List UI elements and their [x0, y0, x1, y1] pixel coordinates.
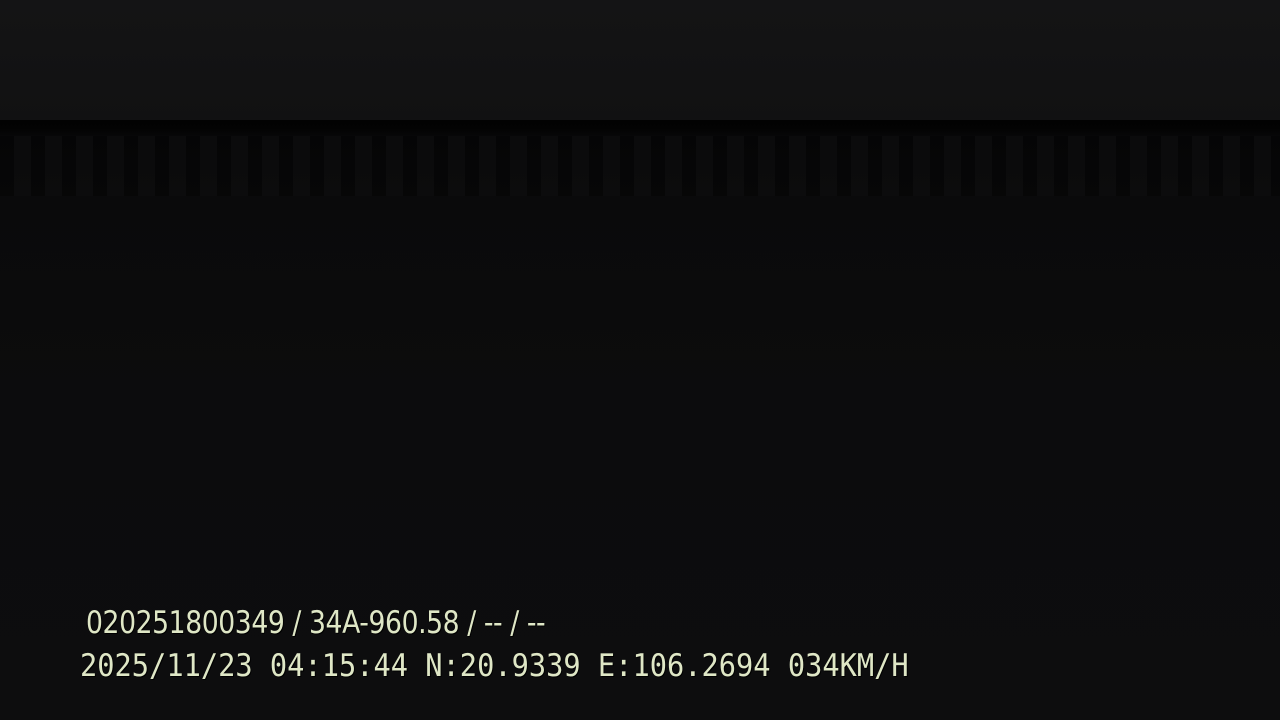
horizon-band — [0, 120, 1280, 136]
dashcam-frame: 020251800349 / 34A-960.58 / -- / -- 2025… — [0, 0, 1280, 720]
timestamp-gps-speed-overlay: 2025/11/23 04:15:44 N:20.9339 E:106.2694… — [80, 648, 909, 684]
night-sky — [0, 0, 1280, 122]
treeline-silhouette — [0, 136, 1280, 196]
device-id-plate-overlay: 020251800349 / 34A-960.58 / -- / -- — [86, 605, 546, 641]
dark-road-scene — [0, 196, 1280, 720]
